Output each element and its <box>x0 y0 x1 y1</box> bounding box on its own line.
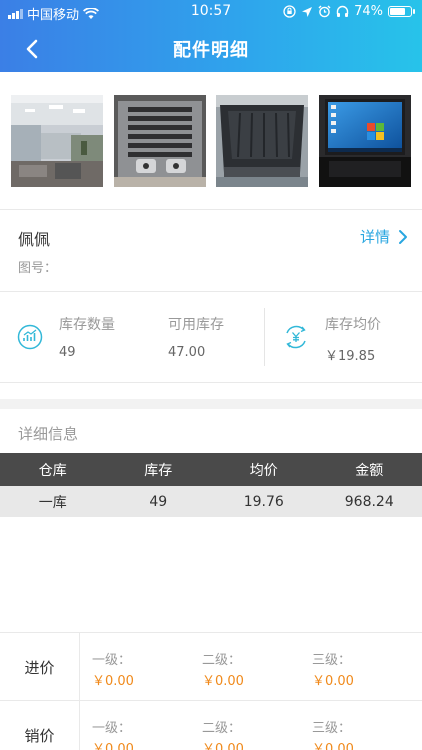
detail-link[interactable]: 详情 <box>360 226 408 247</box>
stock-chart-icon <box>17 324 43 350</box>
drawing-number: 图号： <box>18 261 58 276</box>
purchase-level-3-label: 三级： <box>312 653 352 668</box>
available-stock-label: 可用库存 <box>168 317 224 333</box>
photo-strip <box>0 72 422 210</box>
purchase-level-2-label: 二级： <box>202 653 242 668</box>
divider <box>0 209 422 210</box>
sale-level-2-value: ￥0.00 <box>202 742 244 750</box>
lock-rotation-icon <box>283 5 296 18</box>
nav-bar: 配件明细 <box>0 24 422 72</box>
status-bar: 中国移动 10:57 74% <box>0 0 422 24</box>
available-stock-value: 47.00 <box>168 345 206 360</box>
stock-qty-value: 49 <box>59 345 76 360</box>
status-right: 74% <box>283 4 415 19</box>
section-gap <box>0 399 422 409</box>
sale-price-row: 销价 一级： ￥0.00 二级： ￥0.00 三级： ￥0.00 <box>0 700 422 750</box>
sale-price-label: 销价 <box>0 701 80 750</box>
vertical-divider <box>264 308 265 366</box>
battery-fill <box>390 8 405 15</box>
cell-warehouse: 一库 <box>38 494 67 511</box>
purchase-level-3-value: ￥0.00 <box>312 674 354 689</box>
stock-summary: 库存数量 49 可用库存 47.00 库存均价 ￥19.85 <box>0 292 422 382</box>
battery-icon <box>388 6 415 17</box>
purchase-level-1-label: 一级： <box>92 653 132 668</box>
headphones-icon <box>336 5 349 17</box>
sale-level-1-value: ￥0.00 <box>92 742 134 750</box>
cell-stock: 49 <box>149 493 168 510</box>
part-name: 佩佩 <box>18 230 51 249</box>
detail-link-label: 详情 <box>359 228 390 246</box>
laptop-photo[interactable] <box>319 95 411 187</box>
column-average-price: 均价 <box>249 462 278 479</box>
alarm-icon <box>318 5 331 18</box>
stock-qty-label: 库存数量 <box>59 317 115 333</box>
cell-average-price: 19.76 <box>243 493 284 510</box>
table-header: 仓库 库存 均价 金额 <box>0 453 422 486</box>
metal-part-photo[interactable] <box>114 95 206 187</box>
column-stock: 库存 <box>144 462 173 479</box>
sale-level-2-label: 二级： <box>202 721 242 736</box>
column-amount: 金额 <box>355 462 384 479</box>
detail-section-title: 详细信息 <box>18 425 79 443</box>
sale-level-1-label: 一级： <box>92 721 132 736</box>
column-warehouse: 仓库 <box>38 462 67 479</box>
location-icon <box>302 6 313 17</box>
purchase-level-1-value: ￥0.00 <box>92 674 134 689</box>
truck-bed-photo[interactable] <box>216 95 308 187</box>
app-header: 中国移动 10:57 74% 配件明细 <box>0 0 422 72</box>
sale-level-3-label: 三级： <box>312 721 352 736</box>
yuan-cycle-icon <box>286 325 306 349</box>
cell-amount: 968.24 <box>344 493 394 510</box>
sale-level-3-value: ￥0.00 <box>312 742 354 750</box>
purchase-price-row: 进价 一级： ￥0.00 二级： ￥0.00 三级： ￥0.00 <box>0 632 422 701</box>
page-title: 配件明细 <box>173 40 249 61</box>
average-price-value: ￥19.85 <box>325 349 376 364</box>
office-photo[interactable] <box>11 95 103 187</box>
table-row[interactable]: 一库 49 19.76 968.24 <box>0 486 422 517</box>
average-price-label: 库存均价 <box>325 317 381 333</box>
warehouse-table: 仓库 库存 均价 金额 一库 49 19.76 968.24 <box>0 453 422 517</box>
purchase-level-2-value: ￥0.00 <box>202 674 244 689</box>
purchase-price-label: 进价 <box>0 633 80 701</box>
battery-percent: 74% <box>354 4 383 19</box>
chevron-right-icon <box>399 229 407 244</box>
divider <box>0 382 422 383</box>
